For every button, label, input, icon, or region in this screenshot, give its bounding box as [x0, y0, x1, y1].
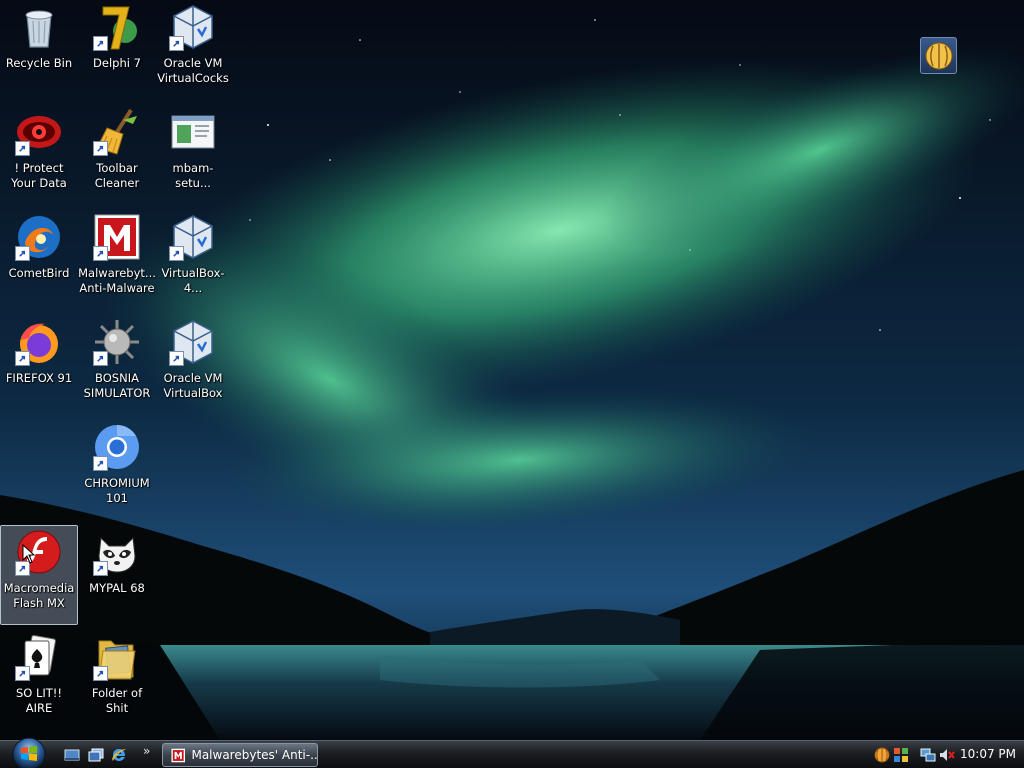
malwarebytes-icon [171, 748, 186, 762]
desktop-icon-label: FIREFOX 91 [5, 371, 73, 385]
shortcut-arrow-icon [93, 36, 108, 51]
desktop-icon-protect-your-data[interactable]: ! Protect Your Data [0, 105, 78, 205]
quick-launch-more-button[interactable]: » [143, 744, 150, 758]
desktop-icon-cometbird[interactable]: CometBird [0, 210, 78, 310]
network-icon[interactable] [920, 747, 936, 763]
gadget-orb-icon [925, 42, 952, 69]
desktop-icon-label: BOSNIA SIMULATOR [83, 371, 151, 400]
desktop-icon-label: mbam-setu... [172, 161, 214, 190]
shortcut-arrow-icon [15, 246, 30, 261]
desktop-icon-folder[interactable]: Folder of Shit [78, 630, 156, 730]
mouse-cursor-icon [22, 544, 36, 564]
desktop-icon-label: VirtualBox-4... [161, 266, 225, 295]
desktop-icon-delphi-7[interactable]: Delphi 7 [78, 0, 156, 100]
desktop-icon-oracle-vm-virtualbox[interactable]: Oracle VM VirtualBox [154, 315, 232, 415]
desktop-icon-oracle-vm-virtualcocks[interactable]: Oracle VM VirtualCocks [154, 0, 232, 100]
recycle-bin-icon [25, 10, 53, 48]
shortcut-arrow-icon [15, 351, 30, 366]
desktop-icon-label: SO LIT!! AIRE [15, 686, 63, 715]
desktop-icon-toolbar-cleaner[interactable]: Toolbar Cleaner [78, 105, 156, 205]
taskbar-window-malwarebytes[interactable]: Malwarebytes' Anti-... [162, 743, 318, 767]
shortcut-arrow-icon [15, 666, 30, 681]
desktop-icon-label: Folder of Shit [91, 686, 143, 715]
switch-windows-icon[interactable] [88, 747, 104, 763]
shortcut-arrow-icon [93, 456, 108, 471]
setup-window-icon [171, 115, 215, 149]
desktop-icon-label: Malwarebyt... Anti-Malware [78, 266, 156, 295]
desktop-icon-recycle-bin[interactable]: Recycle Bin [0, 0, 78, 100]
desktop-icon-malwarebytes[interactable]: Malwarebyt... Anti-Malware [78, 210, 156, 310]
start-button[interactable] [8, 736, 50, 768]
desktop-icon-label: MYPAL 68 [89, 581, 145, 595]
desktop-icon-label: CometBird [8, 266, 70, 280]
desktop-icon-mbam-setup[interactable]: mbam-setu... [154, 105, 232, 205]
desktop-icon-chromium-101[interactable]: CHROMIUM 101 [78, 420, 156, 520]
desktop-icon-label: Oracle VM VirtualCocks [157, 56, 229, 85]
show-desktop-icon[interactable] [64, 747, 80, 763]
desktop-icon-label: CHROMIUM 101 [84, 476, 150, 505]
desktop-icon-bosnia-simulator[interactable]: BOSNIA SIMULATOR [78, 315, 156, 415]
shortcut-arrow-icon [169, 351, 184, 366]
shortcut-arrow-icon [169, 36, 184, 51]
shortcut-arrow-icon [93, 561, 108, 576]
orange-orb-icon[interactable] [874, 747, 890, 763]
desktop-icon-macromedia-flash-mx[interactable]: Macromedia Flash MX [0, 525, 78, 625]
desktop-icon-mypal-68[interactable]: MYPAL 68 [78, 525, 156, 625]
desktop-icon-label: Delphi 7 [93, 56, 141, 70]
shortcut-arrow-icon [93, 246, 108, 261]
shortcut-arrow-icon [15, 141, 30, 156]
shortcut-arrow-icon [93, 351, 108, 366]
shortcut-arrow-icon [169, 246, 184, 261]
network-grid-icon[interactable] [893, 747, 909, 763]
desktop-icon-firefox-91[interactable]: FIREFOX 91 [0, 315, 78, 415]
desktop-icon-so-lit-aire[interactable]: SO LIT!! AIRE [0, 630, 78, 730]
desktop-icon-virtualbox-installer[interactable]: VirtualBox-4... [154, 210, 232, 310]
desktop-icon-label: Toolbar Cleaner [94, 161, 140, 190]
desktop-icon-label: Macromedia Flash MX [3, 581, 75, 610]
desktop-icon-label: Recycle Bin [5, 56, 73, 70]
internet-explorer-icon[interactable] [111, 747, 127, 763]
shortcut-arrow-icon [93, 666, 108, 681]
desktop-icon-label: ! Protect Your Data [11, 161, 67, 190]
taskbar-window-label: Malwarebytes' Anti-... [191, 748, 317, 762]
desktop-icon-label: Oracle VM VirtualBox [163, 371, 223, 400]
taskbar: » Malwarebytes' Anti-... 10:07 PM [0, 737, 1024, 768]
system-clock[interactable]: 10:07 PM [960, 747, 1016, 761]
shortcut-arrow-icon [93, 141, 108, 156]
sidebar-gadget[interactable] [920, 37, 957, 74]
volume-muted-icon[interactable] [939, 747, 955, 763]
